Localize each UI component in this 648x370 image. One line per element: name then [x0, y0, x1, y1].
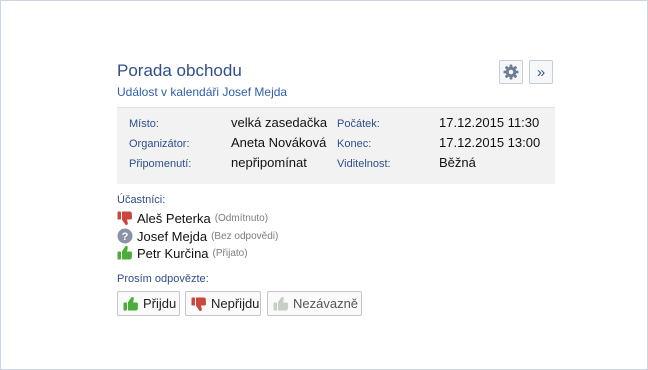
double-chevron-right-icon: »	[536, 63, 546, 81]
participant-status: (Přijato)	[212, 247, 248, 259]
thumbs-up-icon	[273, 296, 289, 312]
tentative-label: Nezávazně	[293, 296, 359, 311]
participant-status: (Odmítnuto)	[214, 212, 269, 224]
more-button[interactable]: »	[529, 60, 553, 84]
thumbs-up-icon	[123, 296, 139, 312]
end-value: 17.12.2015 13:00	[439, 135, 541, 150]
window-frame: Porada obchodu Událost v kalendáři Josef…	[0, 0, 648, 370]
thumbs-down-icon	[117, 210, 133, 226]
accept-label: Přijdu	[143, 296, 177, 311]
reminder-value: nepřipomínat	[231, 155, 307, 170]
participant-row: Petr Kurčina (Přijato)	[117, 245, 248, 261]
svg-text:?: ?	[122, 231, 129, 243]
participants-label: Účastníci:	[117, 194, 166, 206]
event-calendar-link[interactable]: Událost v kalendáři Josef Mejda	[117, 85, 287, 99]
participant-name: Josef Mejda	[137, 228, 208, 244]
visibility-label: Viditelnost:	[337, 158, 391, 170]
participant-name: Aleš Peterka	[137, 210, 211, 226]
decline-button[interactable]: Nepřijdu	[185, 291, 261, 316]
decline-label: Nepřijdu	[211, 296, 260, 311]
thumbs-down-icon	[191, 296, 207, 312]
organizer-label: Organizátor:	[129, 138, 190, 150]
settings-button[interactable]	[499, 60, 523, 84]
visibility-value: Běžná	[439, 155, 476, 170]
start-label: Počátek:	[337, 118, 380, 130]
participant-row: Aleš Peterka (Odmítnuto)	[117, 210, 268, 226]
question-icon: ?	[117, 228, 133, 244]
participant-name: Petr Kurčina	[137, 245, 209, 261]
place-value: velká zasedačka	[231, 115, 328, 130]
participant-row: ? Josef Mejda (Bez odpovědi)	[117, 228, 278, 244]
start-value: 17.12.2015 11:30	[439, 115, 540, 130]
thumbs-up-icon	[117, 245, 133, 261]
accept-button[interactable]: Přijdu	[117, 291, 180, 316]
response-label: Prosím odpovězte:	[117, 273, 209, 285]
event-title: Porada obchodu	[117, 61, 242, 80]
organizer-value: Aneta Nováková	[231, 135, 327, 150]
place-label: Místo:	[129, 118, 159, 130]
tentative-button[interactable]: Nezávazně	[267, 291, 362, 316]
reminder-label: Připomenutí:	[129, 158, 192, 170]
end-label: Konec:	[337, 138, 372, 150]
participant-status: (Bez odpovědi)	[211, 230, 279, 242]
gear-icon	[503, 64, 519, 80]
event-details: Místo: velká zasedačka Počátek: 17.12.20…	[117, 107, 555, 184]
